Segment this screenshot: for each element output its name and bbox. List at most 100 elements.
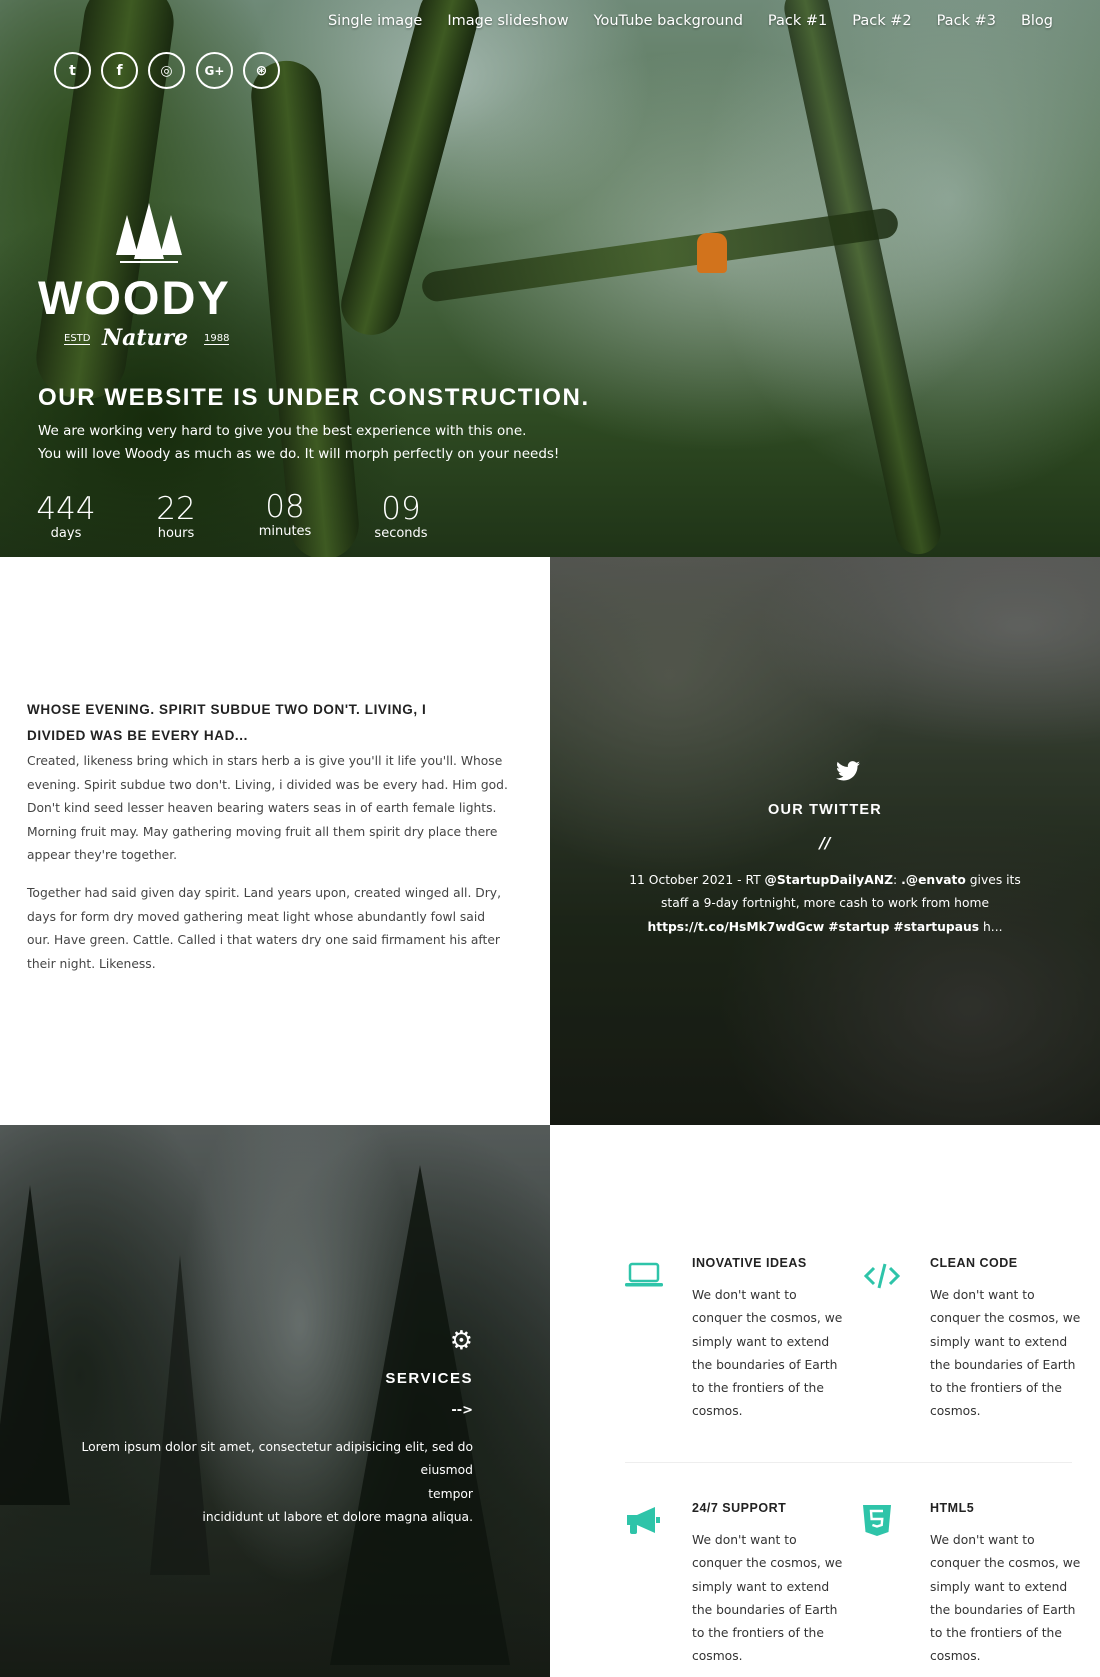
twitter-bird-icon	[836, 761, 860, 781]
tweet-mention-link[interactable]: .@envato	[901, 873, 966, 887]
countdown-label: seconds	[374, 526, 428, 541]
countdown-seconds: 09 seconds	[356, 492, 446, 541]
text-line: the boundaries of Earth	[930, 1602, 1076, 1617]
about-paragraph-1: Created, likeness bring which in stars h…	[27, 750, 508, 868]
tweet-text: staff a 9-day fortnight, more cash to wo…	[660, 896, 990, 911]
tweet-text: h...	[983, 919, 1003, 934]
text-line: to the frontiers of the	[930, 1626, 1062, 1641]
logo-name: WOODY	[38, 271, 231, 324]
text-line: conquer the cosmos, we	[930, 1311, 1081, 1326]
logo-estd: ESTD	[64, 333, 91, 345]
services-arrow: -->	[451, 1403, 473, 1418]
feature-text: We don't want to conquer the cosmos, we si…	[930, 1284, 1100, 1424]
countdown-label: days	[50, 526, 82, 541]
nav-pack-3[interactable]: Pack #3	[937, 13, 996, 29]
countdown-value: 08	[265, 489, 305, 525]
feature-title: INOVATIVE IDEAS	[692, 1256, 807, 1270]
text-line: evening. Spirit subdue two don't. Living…	[27, 777, 508, 792]
text-line: Don't kind seed lesser heaven bearing wa…	[27, 801, 497, 815]
google-plus-icon[interactable]: G+	[196, 52, 233, 89]
about-paragraph-2: Together had said given day spirit. Land…	[27, 882, 501, 976]
text-line: incididunt ut labore et dolore magna ali…	[202, 1509, 473, 1524]
tweet-handle-link[interactable]: @StartupDailyANZ	[765, 873, 894, 887]
tweet: 11 October 2021 - RT @StartupDailyANZ: .…	[550, 869, 1100, 939]
countdown-value: 444	[36, 491, 96, 527]
text-line: Created, likeness bring which in stars h…	[27, 754, 503, 768]
feature-title: 24/7 SUPPORT	[692, 1501, 787, 1515]
about-title-line: WHOSE EVENING. SPIRIT SUBDUE TWO DON'T. …	[27, 702, 427, 717]
text-line: Morning fruit may. May gathering moving …	[27, 824, 498, 839]
feature-title: HTML5	[930, 1501, 975, 1515]
feature-support: 24/7 SUPPORT We don't want to conquer the…	[692, 1501, 852, 1669]
text-line: simply want to extend	[692, 1579, 830, 1594]
html5-icon	[863, 1505, 891, 1536]
text-line: the boundaries of Earth	[692, 1357, 838, 1372]
nav-image-slideshow[interactable]: Image slideshow	[447, 13, 568, 29]
text-line: appear they're together.	[27, 848, 178, 862]
feature-clean-code: CLEAN CODE We don't want to conquer the c…	[930, 1256, 1100, 1424]
text-line: the boundaries of Earth	[692, 1602, 838, 1617]
nav-single-image[interactable]: Single image	[328, 13, 422, 29]
countdown-hours: 22 hours	[131, 492, 221, 541]
code-icon	[864, 1263, 900, 1289]
person-figure	[697, 233, 727, 273]
text-line: simply want to extend	[692, 1334, 830, 1349]
countdown-days: 444 days	[21, 492, 111, 541]
text-line: simply want to extend	[930, 1579, 1068, 1594]
text-line: conquer the cosmos, we	[692, 1311, 843, 1326]
services-title: SERVICES	[385, 1370, 473, 1387]
countdown-value: 22	[156, 491, 196, 527]
services-text: Lorem ipsum dolor sit amet, consectetur …	[33, 1436, 473, 1529]
twitter-section: OUR TWITTER // 11 October 2021 - RT @Sta…	[550, 557, 1100, 1125]
text-line: the boundaries of Earth	[930, 1357, 1076, 1372]
about-title-line: DIVIDED WAS BE EVERY HAD...	[27, 728, 248, 743]
dribbble-icon[interactable]: ⊛	[243, 52, 280, 89]
hero-section: Single image Image slideshow YouTube bac…	[0, 0, 1100, 557]
about-section: WHOSE EVENING. SPIRIT SUBDUE TWO DON'T. …	[0, 557, 550, 1125]
text-line: to the frontiers of the	[692, 1626, 824, 1641]
feature-text: We don't want to conquer the cosmos, we si…	[692, 1529, 852, 1669]
facebook-icon[interactable]: f	[101, 52, 138, 89]
text-line: conquer the cosmos, we	[930, 1556, 1081, 1571]
text-line: to the frontiers of the	[692, 1381, 824, 1396]
hero-text-line1: We are working very hard to give you the…	[38, 423, 527, 439]
twitter-title: OUR TWITTER	[768, 802, 882, 818]
tweet-hashtag-link[interactable]: #startup	[828, 920, 889, 934]
logo-year: 1988	[204, 333, 230, 345]
laptop-icon	[625, 1262, 663, 1287]
feature-text: We don't want to conquer the cosmos, we si…	[692, 1284, 852, 1424]
feature-text: We don't want to conquer the cosmos, we si…	[930, 1529, 1100, 1669]
nav-blog[interactable]: Blog	[1021, 13, 1053, 29]
hero-title: OUR WEBSITE IS UNDER CONSTRUCTION.	[38, 384, 590, 411]
text-line: We don't want to	[692, 1533, 797, 1547]
tweet-url-link[interactable]: https://t.co/HsMk7wdGcw	[647, 920, 824, 934]
nav-pack-2[interactable]: Pack #2	[852, 13, 911, 29]
text-line: their night. Likeness.	[27, 956, 156, 971]
text-line: cosmos.	[930, 1404, 981, 1419]
tweet-date: 11 October 2021 - RT	[629, 873, 761, 887]
text-line: cosmos.	[692, 1649, 743, 1664]
megaphone-icon	[627, 1507, 660, 1534]
countdown-value: 09	[381, 491, 421, 527]
text-line: cosmos.	[692, 1404, 743, 1419]
tweet-hashtag-link[interactable]: #startupaus	[893, 920, 979, 934]
twitter-icon[interactable]: t	[54, 52, 91, 89]
features-section: INOVATIVE IDEAS We don't want to conquer …	[550, 1125, 1100, 1677]
text-line: simply want to extend	[930, 1334, 1068, 1349]
text-line: cosmos.	[930, 1649, 981, 1664]
text-line: conquer the cosmos, we	[692, 1556, 843, 1571]
instagram-icon[interactable]: ◎	[148, 52, 185, 89]
text-line: tempor	[428, 1486, 473, 1501]
text-line: our. Have green. Cattle. Called i that w…	[27, 933, 500, 947]
text-line: We don't want to	[930, 1288, 1035, 1302]
tweet-text: gives its	[969, 873, 1021, 887]
text-line: We don't want to	[930, 1533, 1035, 1547]
twitter-separator: //	[819, 834, 831, 852]
text-line: Lorem ipsum dolor sit amet, consectetur …	[81, 1440, 473, 1478]
about-title: WHOSE EVENING. SPIRIT SUBDUE TWO DON'T. …	[27, 697, 426, 749]
pine-trees-icon	[116, 203, 182, 263]
nav-youtube-background[interactable]: YouTube background	[594, 13, 743, 29]
logo: WOODY ESTD Nature 1988	[38, 203, 258, 358]
services-section: ⚙ SERVICES --> Lorem ipsum dolor sit ame…	[0, 1125, 550, 1677]
nav-pack-1[interactable]: Pack #1	[768, 13, 827, 29]
